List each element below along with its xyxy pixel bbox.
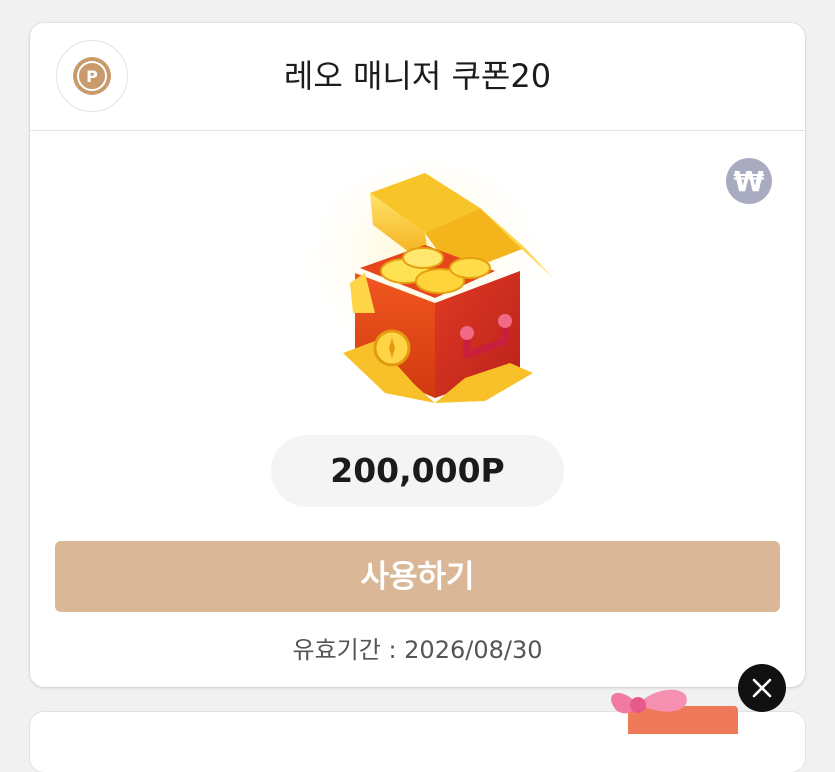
close-icon (752, 678, 772, 698)
coupon-card: P 레오 매니저 쿠폰20 ₩ 200,000P 사용하기 유효기간: 202… (30, 23, 805, 687)
use-coupon-button[interactable]: 사용하기 (55, 541, 780, 612)
close-button[interactable] (738, 664, 786, 712)
expiry-date: 유효기간 : 2026/08/30 (292, 636, 543, 664)
coupon-header: P 레오 매니저 쿠폰20 (30, 23, 805, 131)
coupon-amount: 200,000P (271, 435, 564, 507)
won-icon: ₩ (726, 158, 772, 204)
coupon-title: 레오 매니저 쿠폰20 (283, 57, 552, 95)
treasure-chest-icon (295, 163, 555, 423)
